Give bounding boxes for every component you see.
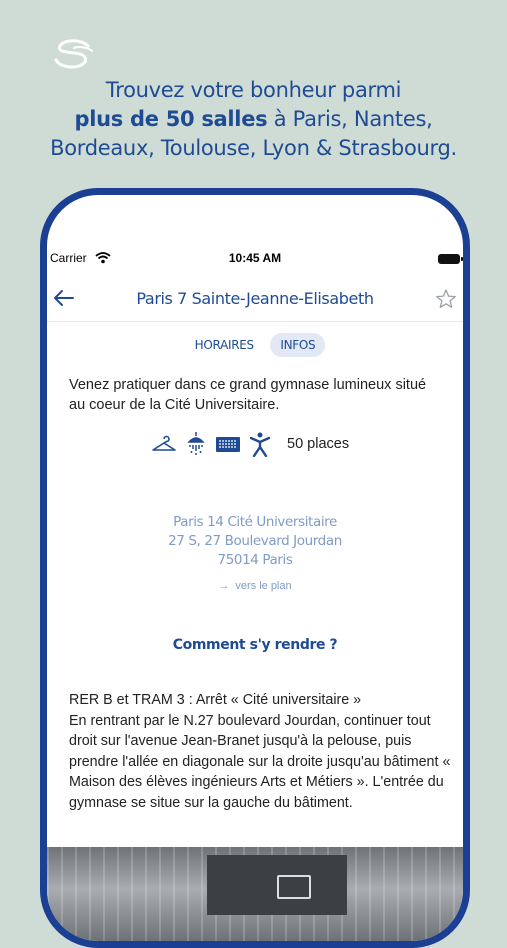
address-line-3: 75014 Paris bbox=[217, 552, 293, 568]
venue-photo bbox=[47, 847, 463, 941]
map-link-label: vers le plan bbox=[235, 580, 292, 592]
directions-heading: Comment s'y rendre ? bbox=[172, 637, 338, 653]
tab-infos[interactable]: INFOS bbox=[270, 333, 326, 357]
promo-line-3: Bordeaux, Toulouse, Lyon & Strasbourg. bbox=[50, 136, 457, 160]
venue-description: Venez pratiquer dans ce grand gymnase lu… bbox=[69, 377, 427, 413]
person-icon bbox=[249, 432, 271, 457]
phone-frame: Carrier 10:45 AM Paris 7 Sainte-Jeanne-E… bbox=[40, 188, 470, 948]
hanger-icon bbox=[152, 435, 176, 451]
promo-line-2: plus de 50 salles à Paris, Nantes, bbox=[0, 105, 507, 134]
map-link[interactable]: → vers le plan bbox=[47, 580, 463, 592]
shower-icon bbox=[187, 432, 205, 455]
capacity-label: 50 places bbox=[287, 436, 350, 452]
transit-line: RER B et TRAM 3 : Arrêt « Cité universit… bbox=[69, 692, 362, 708]
page-title: Paris 7 Sainte-Jeanne-Elisabeth bbox=[136, 289, 374, 308]
tab-horaires[interactable]: HORAIRES bbox=[185, 333, 264, 357]
directions-text: RER B et TRAM 3 : Arrêt « Cité universit… bbox=[69, 690, 453, 813]
directions-body: En rentrant par le N.27 boulevard Jourda… bbox=[69, 712, 451, 811]
promo-line-2-rest: à Paris, Nantes, bbox=[267, 107, 433, 131]
status-time: 10:45 AM bbox=[228, 251, 282, 265]
promo-highlight: plus de 50 salles bbox=[74, 107, 268, 131]
promo-line-1: Trouvez votre bonheur parmi bbox=[105, 78, 402, 102]
arrow-right-icon: → bbox=[218, 580, 230, 592]
brand-logo bbox=[54, 39, 93, 69]
status-bar: Carrier 10:45 AM bbox=[47, 251, 463, 271]
address-line-1: Paris 14 Cité Universitaire bbox=[173, 514, 337, 530]
promo-headline: Trouvez votre bonheur parmi plus de 50 s… bbox=[0, 76, 507, 163]
nav-bar: Paris 7 Sainte-Jeanne-Elisabeth bbox=[47, 281, 463, 322]
card-reader-icon bbox=[216, 437, 240, 452]
photo-hoop bbox=[277, 875, 311, 899]
tab-bar: HORAIRES INFOS bbox=[47, 333, 463, 357]
address-block: Paris 14 Cité Universitaire 27 S, 27 Bou… bbox=[47, 513, 463, 570]
address-line-2: 27 S, 27 Boulevard Jourdan bbox=[168, 533, 342, 549]
battery-icon bbox=[438, 254, 463, 264]
amenities-row: 50 places bbox=[151, 431, 349, 457]
favorite-star-icon[interactable] bbox=[435, 288, 457, 310]
